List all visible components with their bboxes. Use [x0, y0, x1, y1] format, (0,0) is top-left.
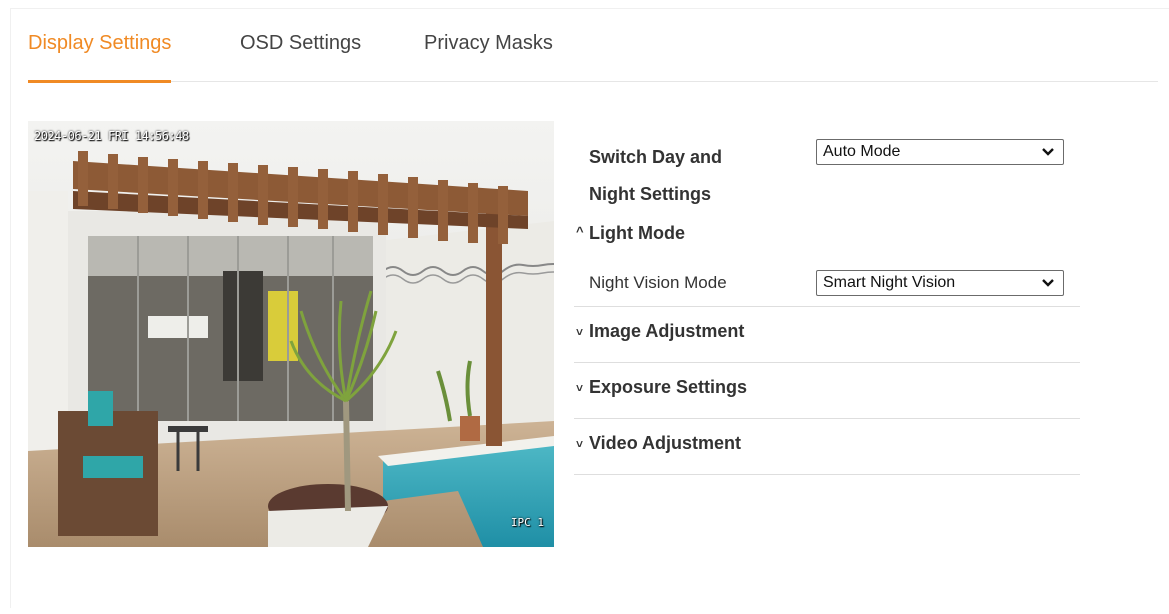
preview-scene [28, 121, 554, 547]
night-vision-row: Night Vision Mode Smart Night Vision [574, 267, 1080, 307]
chevron-down-icon [1042, 148, 1054, 156]
chevron-down-icon [1042, 279, 1054, 287]
expand-caret-icon: ˅ [576, 325, 584, 339]
section-image-adjustment[interactable]: ˅ Image Adjustment [574, 307, 1080, 363]
day-night-selected-value: Auto Mode [823, 143, 901, 160]
osd-timestamp: 2024-06-21 FRI 14:56:48 [34, 129, 189, 143]
collapse-caret-icon: ^ [576, 224, 584, 239]
day-night-label: Switch Day and Night Settings [589, 139, 722, 213]
live-video-preview[interactable]: 2024-06-21 FRI 14:56:48 IPC 1 [28, 121, 554, 547]
expand-caret-icon: ˅ [576, 437, 584, 451]
section-title: Exposure Settings [589, 377, 748, 397]
night-vision-selected-value: Smart Night Vision [823, 274, 956, 291]
day-night-row: Switch Day and Night Settings Auto Mode [574, 139, 1080, 209]
tab-privacy-masks[interactable]: Privacy Masks [424, 32, 553, 82]
day-night-label-line2: Night Settings [589, 184, 711, 204]
section-title: Video Adjustment [589, 433, 742, 453]
expand-caret-icon: ˅ [576, 381, 584, 395]
tab-display-settings[interactable]: Display Settings [28, 32, 172, 83]
section-exposure-settings[interactable]: ˅ Exposure Settings [574, 363, 1080, 419]
section-video-adjustment[interactable]: ˅ Video Adjustment [574, 419, 1080, 475]
night-vision-select[interactable]: Smart Night Vision [816, 270, 1064, 296]
day-night-label-line1: Switch Day and [589, 147, 723, 167]
day-night-select[interactable]: Auto Mode [816, 139, 1064, 165]
tab-osd-settings[interactable]: OSD Settings [240, 32, 361, 82]
light-mode-title: Light Mode [589, 223, 685, 243]
night-vision-label: Night Vision Mode [589, 273, 727, 292]
tab-bar: Display Settings OSD Settings Privacy Ma… [28, 24, 1158, 83]
section-title: Image Adjustment [589, 321, 745, 341]
osd-camera-name: IPC 1 [510, 516, 544, 529]
light-mode-header[interactable]: ^ Light Mode [574, 221, 1080, 251]
